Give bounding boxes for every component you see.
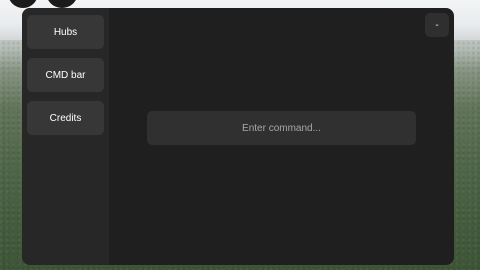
sidebar-item-credits[interactable]: Credits xyxy=(27,101,104,135)
sidebar-item-hubs[interactable]: Hubs xyxy=(27,15,104,49)
command-input[interactable] xyxy=(147,111,416,145)
sidebar-item-label: Hubs xyxy=(53,26,78,38)
minimize-button[interactable]: - xyxy=(425,13,449,37)
minimize-icon: - xyxy=(435,19,439,31)
sidebar-item-label: CMD bar xyxy=(45,69,86,81)
main-window: Hubs CMD bar Credits - xyxy=(22,8,454,265)
top-toggle-button-right[interactable] xyxy=(46,0,78,8)
sidebar-item-cmd-bar[interactable]: CMD bar xyxy=(27,58,104,92)
sidebar: Hubs CMD bar Credits xyxy=(22,8,109,265)
sidebar-item-label: Credits xyxy=(49,112,82,124)
top-toggle-button-left[interactable] xyxy=(8,0,38,8)
